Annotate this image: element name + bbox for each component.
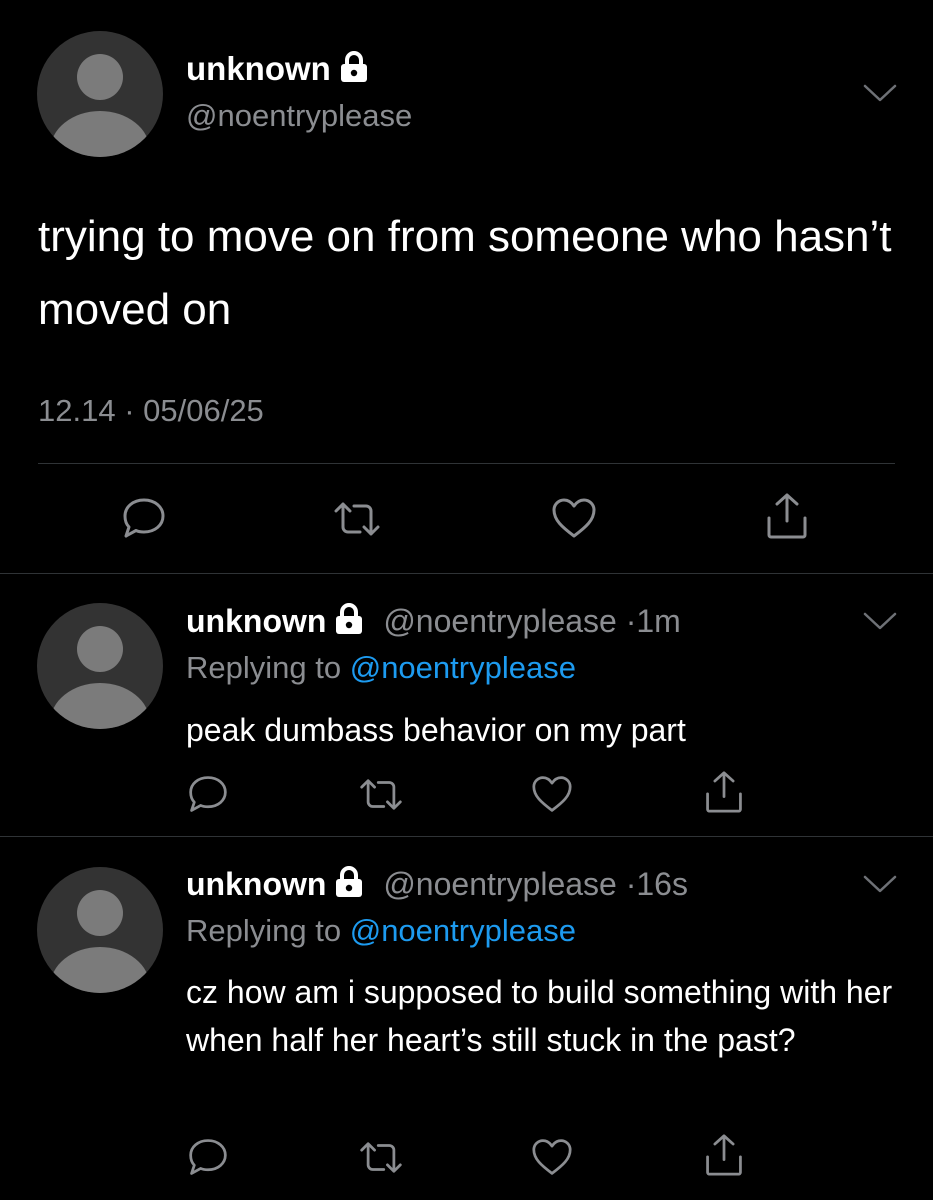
reply-text: cz how am i supposed to build something … bbox=[186, 974, 893, 1058]
retweet-icon[interactable] bbox=[358, 1140, 404, 1180]
reply-time[interactable]: 16s bbox=[636, 866, 688, 902]
reply-text: peak dumbass behavior on my part bbox=[186, 712, 686, 748]
reply-header: unknown @noentryplease ·16s bbox=[186, 866, 688, 906]
lock-icon bbox=[334, 603, 364, 643]
share-icon[interactable] bbox=[703, 769, 745, 820]
chevron-down-icon[interactable] bbox=[862, 610, 898, 637]
replying-to: Replying to @noentryplease bbox=[186, 650, 576, 686]
avatar-head-shape bbox=[77, 54, 123, 100]
author-handle[interactable]: @noentryplease bbox=[383, 603, 617, 639]
avatar-body-shape bbox=[50, 683, 150, 729]
divider bbox=[0, 573, 933, 574]
chevron-down-icon[interactable] bbox=[862, 873, 898, 900]
separator: · bbox=[625, 603, 637, 639]
retweet-icon[interactable] bbox=[332, 500, 382, 543]
avatar[interactable] bbox=[37, 867, 163, 993]
author-handle[interactable]: @noentryplease bbox=[186, 98, 412, 134]
divider bbox=[0, 836, 933, 837]
reply-time[interactable]: 1m bbox=[636, 603, 680, 639]
avatar-body-shape bbox=[50, 111, 150, 157]
reply-icon[interactable] bbox=[186, 1136, 230, 1183]
share-icon[interactable] bbox=[703, 1132, 745, 1183]
reply-icon[interactable] bbox=[120, 495, 168, 546]
replying-prefix: Replying to bbox=[186, 650, 342, 685]
reply-icon[interactable] bbox=[186, 773, 230, 820]
author-name[interactable]: unknown bbox=[186, 50, 331, 87]
replying-mention[interactable]: @noentryplease bbox=[350, 913, 576, 948]
avatar-body-shape bbox=[50, 947, 150, 993]
author-name-row[interactable]: unknown bbox=[186, 50, 369, 91]
like-icon[interactable] bbox=[530, 774, 574, 819]
thread-view: unknown @noentryplease trying to move on… bbox=[0, 0, 933, 1200]
lock-icon bbox=[339, 51, 369, 91]
avatar-head-shape bbox=[77, 626, 123, 672]
tweet-text: trying to move on from someone who hasn’… bbox=[38, 212, 892, 334]
author-name[interactable]: unknown bbox=[186, 866, 326, 902]
like-icon[interactable] bbox=[530, 1137, 574, 1182]
replying-to: Replying to @noentryplease bbox=[186, 913, 576, 949]
author-name[interactable]: unknown bbox=[186, 603, 326, 639]
retweet-icon[interactable] bbox=[358, 777, 404, 817]
like-icon[interactable] bbox=[550, 496, 598, 545]
avatar-head-shape bbox=[77, 890, 123, 936]
avatar[interactable] bbox=[37, 603, 163, 729]
share-icon[interactable] bbox=[764, 491, 810, 546]
replying-prefix: Replying to bbox=[186, 913, 342, 948]
author-handle[interactable]: @noentryplease bbox=[383, 866, 617, 902]
tweet-timestamp[interactable]: 12.14 · 05/06/25 bbox=[38, 393, 264, 429]
chevron-down-icon[interactable] bbox=[862, 82, 898, 109]
replying-mention[interactable]: @noentryplease bbox=[350, 650, 576, 685]
separator: · bbox=[625, 866, 637, 902]
avatar[interactable] bbox=[37, 31, 163, 157]
reply-header: unknown @noentryplease ·1m bbox=[186, 603, 681, 643]
lock-icon bbox=[334, 866, 364, 906]
divider bbox=[38, 463, 895, 464]
